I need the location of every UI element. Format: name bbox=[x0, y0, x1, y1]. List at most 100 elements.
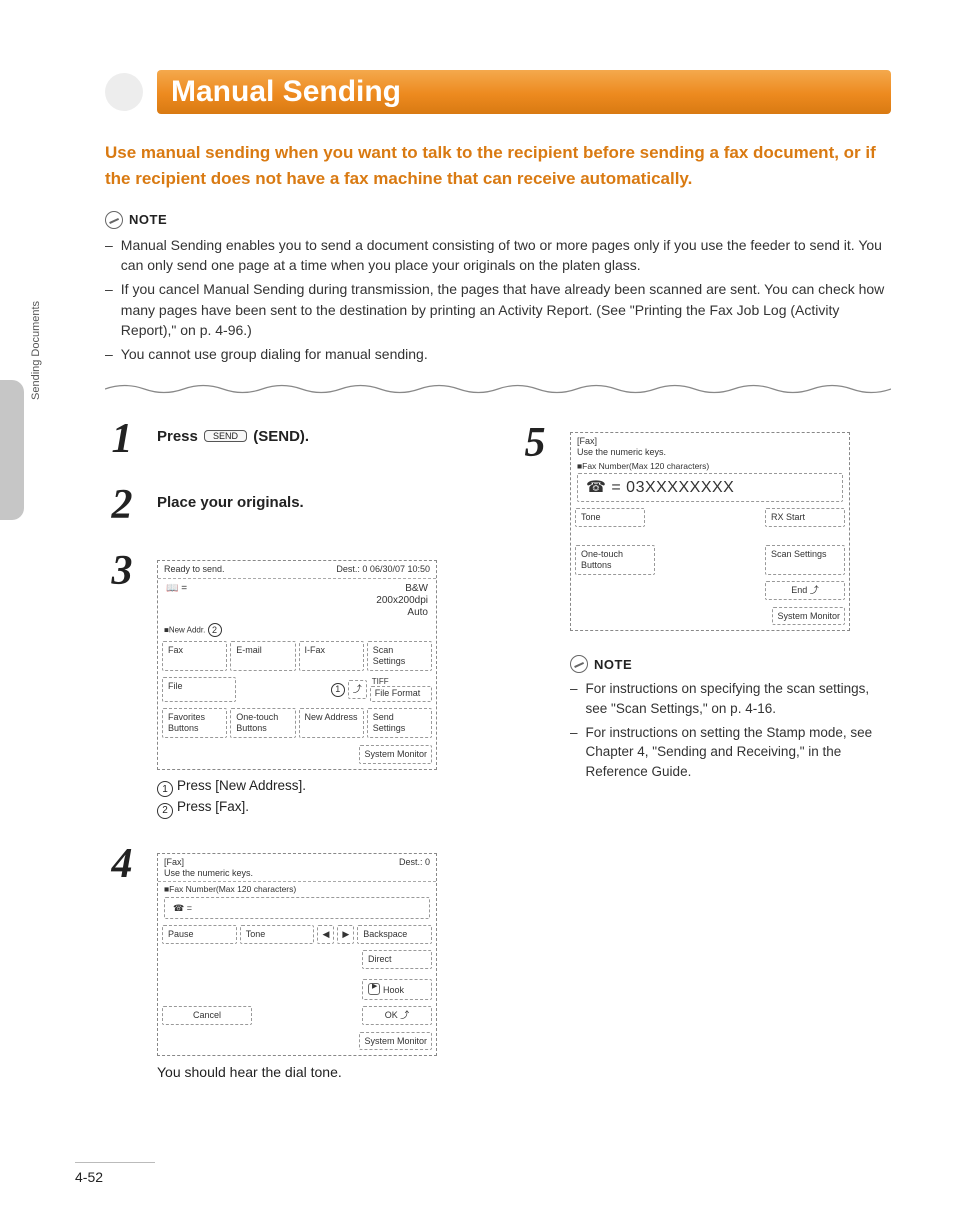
screen-status: Ready to send. bbox=[164, 564, 225, 575]
step-3-body: Ready to send. Dest.: 0 06/30/07 10:50 📖… bbox=[157, 550, 478, 818]
screen-title: [Fax] bbox=[164, 857, 184, 867]
step-3: 3 Ready to send. Dest.: 0 06/30/07 10:50… bbox=[105, 550, 478, 818]
step-1-text: Press SEND (SEND). bbox=[157, 418, 478, 445]
screen-title: [Fax] bbox=[577, 436, 597, 446]
tiff-label: TIFF bbox=[370, 677, 432, 687]
screen-meta: 200x200dpi bbox=[376, 595, 428, 606]
send-key-icon: SEND bbox=[204, 430, 247, 442]
dash-icon: – bbox=[570, 723, 578, 782]
step-5-body: [Fax] Use the numeric keys. ■Fax Number(… bbox=[570, 422, 891, 631]
note-icon bbox=[570, 655, 588, 673]
new-address-button[interactable]: New Address bbox=[299, 708, 364, 738]
left-column: 1 Press SEND (SEND). 2 Place your origin… bbox=[105, 418, 478, 1104]
note-header: NOTE bbox=[105, 211, 891, 229]
step-1-suffix: (SEND). bbox=[249, 428, 309, 445]
two-column-layout: 1 Press SEND (SEND). 2 Place your origin… bbox=[105, 418, 891, 1104]
send-settings-button[interactable]: Send Settings bbox=[367, 708, 432, 738]
step-1: 1 Press SEND (SEND). bbox=[105, 418, 478, 460]
note-label: NOTE bbox=[594, 657, 632, 672]
step-number: 4 bbox=[105, 843, 139, 885]
scan-settings-button[interactable]: Scan Settings bbox=[367, 641, 432, 671]
callout-1-icon: 1 bbox=[331, 683, 345, 697]
lcd-screen-4: [Fax] Use the numeric keys. Dest.: 0 ■Fa… bbox=[157, 853, 437, 1057]
fax-num-label: ■Fax Number(Max 120 characters) bbox=[571, 461, 849, 473]
onetouch-button[interactable]: One-touch Buttons bbox=[230, 708, 295, 738]
step-5: 5 [Fax] Use the numeric keys. ■Fax Numbe… bbox=[518, 422, 891, 631]
title-bullet-icon bbox=[105, 73, 143, 111]
note-item: For instructions on specifying the scan … bbox=[586, 679, 891, 718]
email-button[interactable]: E-mail bbox=[230, 641, 295, 671]
hook-icon bbox=[368, 983, 380, 995]
screen-dest: Dest.: 0 bbox=[399, 857, 430, 879]
step-number: 3 bbox=[105, 550, 139, 592]
dash-icon: – bbox=[105, 344, 113, 364]
note-icon bbox=[105, 211, 123, 229]
dash-icon: – bbox=[105, 279, 113, 340]
title-band: Manual Sending bbox=[105, 70, 891, 114]
file-format-button[interactable]: File Format bbox=[370, 686, 432, 702]
tone-button[interactable]: Tone bbox=[240, 925, 315, 944]
legend-text: Press [New Address]. bbox=[177, 778, 306, 793]
readout-icon: 📖 = bbox=[166, 583, 187, 619]
return-icon[interactable]: ⤴ bbox=[348, 680, 367, 699]
scan-settings-button[interactable]: Scan Settings bbox=[765, 545, 845, 575]
note-item: For instructions on setting the Stamp mo… bbox=[586, 723, 891, 782]
fax-number-readout[interactable]: ☎ = 03XXXXXXXX bbox=[577, 473, 843, 502]
step-2: 2 Place your originals. bbox=[105, 484, 478, 526]
screen-hint: Use the numeric keys. bbox=[164, 868, 253, 878]
end-button[interactable]: End ⤴ bbox=[765, 581, 845, 600]
step-number: 1 bbox=[105, 418, 139, 460]
circled-1-icon: 1 bbox=[157, 781, 173, 797]
step-4-caption: You should hear the dial tone. bbox=[157, 1064, 478, 1080]
left-arrow-button[interactable]: ◀ bbox=[317, 925, 334, 944]
direct-button[interactable]: Direct bbox=[362, 950, 432, 969]
top-note-list: –Manual Sending enables you to send a do… bbox=[105, 235, 891, 365]
ok-button[interactable]: OK ⤴ bbox=[362, 1006, 432, 1025]
lcd-screen-5: [Fax] Use the numeric keys. ■Fax Number(… bbox=[570, 432, 850, 631]
note-label: NOTE bbox=[129, 212, 167, 227]
step-1-prefix: Press bbox=[157, 428, 202, 445]
system-monitor-button[interactable]: System Monitor bbox=[359, 745, 432, 764]
fax-number-field[interactable]: ☎ = bbox=[164, 897, 430, 920]
right-note-block: NOTE –For instructions on specifying the… bbox=[570, 655, 891, 781]
screen-datetime: Dest.: 0 06/30/07 10:50 bbox=[336, 564, 430, 575]
wave-separator bbox=[105, 382, 891, 396]
callout-2-icon: 2 bbox=[208, 623, 222, 637]
fax-button[interactable]: Fax bbox=[162, 641, 227, 671]
step-3-legend: 1Press [New Address]. 2Press [Fax]. bbox=[157, 776, 478, 819]
system-monitor-button[interactable]: System Monitor bbox=[359, 1032, 432, 1051]
tone-button[interactable]: Tone bbox=[575, 508, 645, 527]
right-column: 5 [Fax] Use the numeric keys. ■Fax Numbe… bbox=[518, 418, 891, 1104]
right-note-list: –For instructions on specifying the scan… bbox=[570, 679, 891, 781]
step-4: 4 [Fax] Use the numeric keys. Dest.: 0 ■… bbox=[105, 843, 478, 1081]
ok-label: OK bbox=[385, 1010, 398, 1020]
dash-icon: – bbox=[105, 235, 113, 276]
note-item: You cannot use group dialing for manual … bbox=[121, 344, 428, 364]
onetouch-button[interactable]: One-touch Buttons bbox=[575, 545, 655, 575]
fax-num-label: ■Fax Number(Max 120 characters) bbox=[158, 882, 436, 896]
system-monitor-button[interactable]: System Monitor bbox=[772, 607, 845, 626]
ifax-button[interactable]: I-Fax bbox=[299, 641, 364, 671]
step-number: 2 bbox=[105, 484, 139, 526]
dash-icon: – bbox=[570, 679, 578, 718]
file-button[interactable]: File bbox=[162, 677, 236, 703]
favorites-button[interactable]: Favorites Buttons bbox=[162, 708, 227, 738]
right-arrow-button[interactable]: ▶ bbox=[337, 925, 354, 944]
backspace-button[interactable]: Backspace bbox=[357, 925, 432, 944]
legend-text: Press [Fax]. bbox=[177, 799, 249, 814]
cancel-button[interactable]: Cancel bbox=[162, 1006, 252, 1025]
page-title: Manual Sending bbox=[171, 75, 401, 109]
rx-start-button[interactable]: RX Start bbox=[765, 508, 845, 527]
page-content: Manual Sending Use manual sending when y… bbox=[0, 0, 954, 1144]
step-4-body: [Fax] Use the numeric keys. Dest.: 0 ■Fa… bbox=[157, 843, 478, 1081]
note-item: If you cancel Manual Sending during tran… bbox=[121, 279, 891, 340]
note-item: Manual Sending enables you to send a doc… bbox=[121, 235, 891, 276]
side-margin-bar bbox=[0, 380, 24, 520]
page-number: 4-52 bbox=[75, 1162, 155, 1185]
hook-button[interactable]: Hook bbox=[362, 979, 432, 1000]
pause-button[interactable]: Pause bbox=[162, 925, 237, 944]
new-addr-label: ■New Addr. bbox=[164, 626, 205, 635]
step-number: 5 bbox=[518, 422, 552, 464]
screen-hint: Use the numeric keys. bbox=[577, 447, 666, 457]
screen-meta: B&W bbox=[405, 583, 428, 594]
